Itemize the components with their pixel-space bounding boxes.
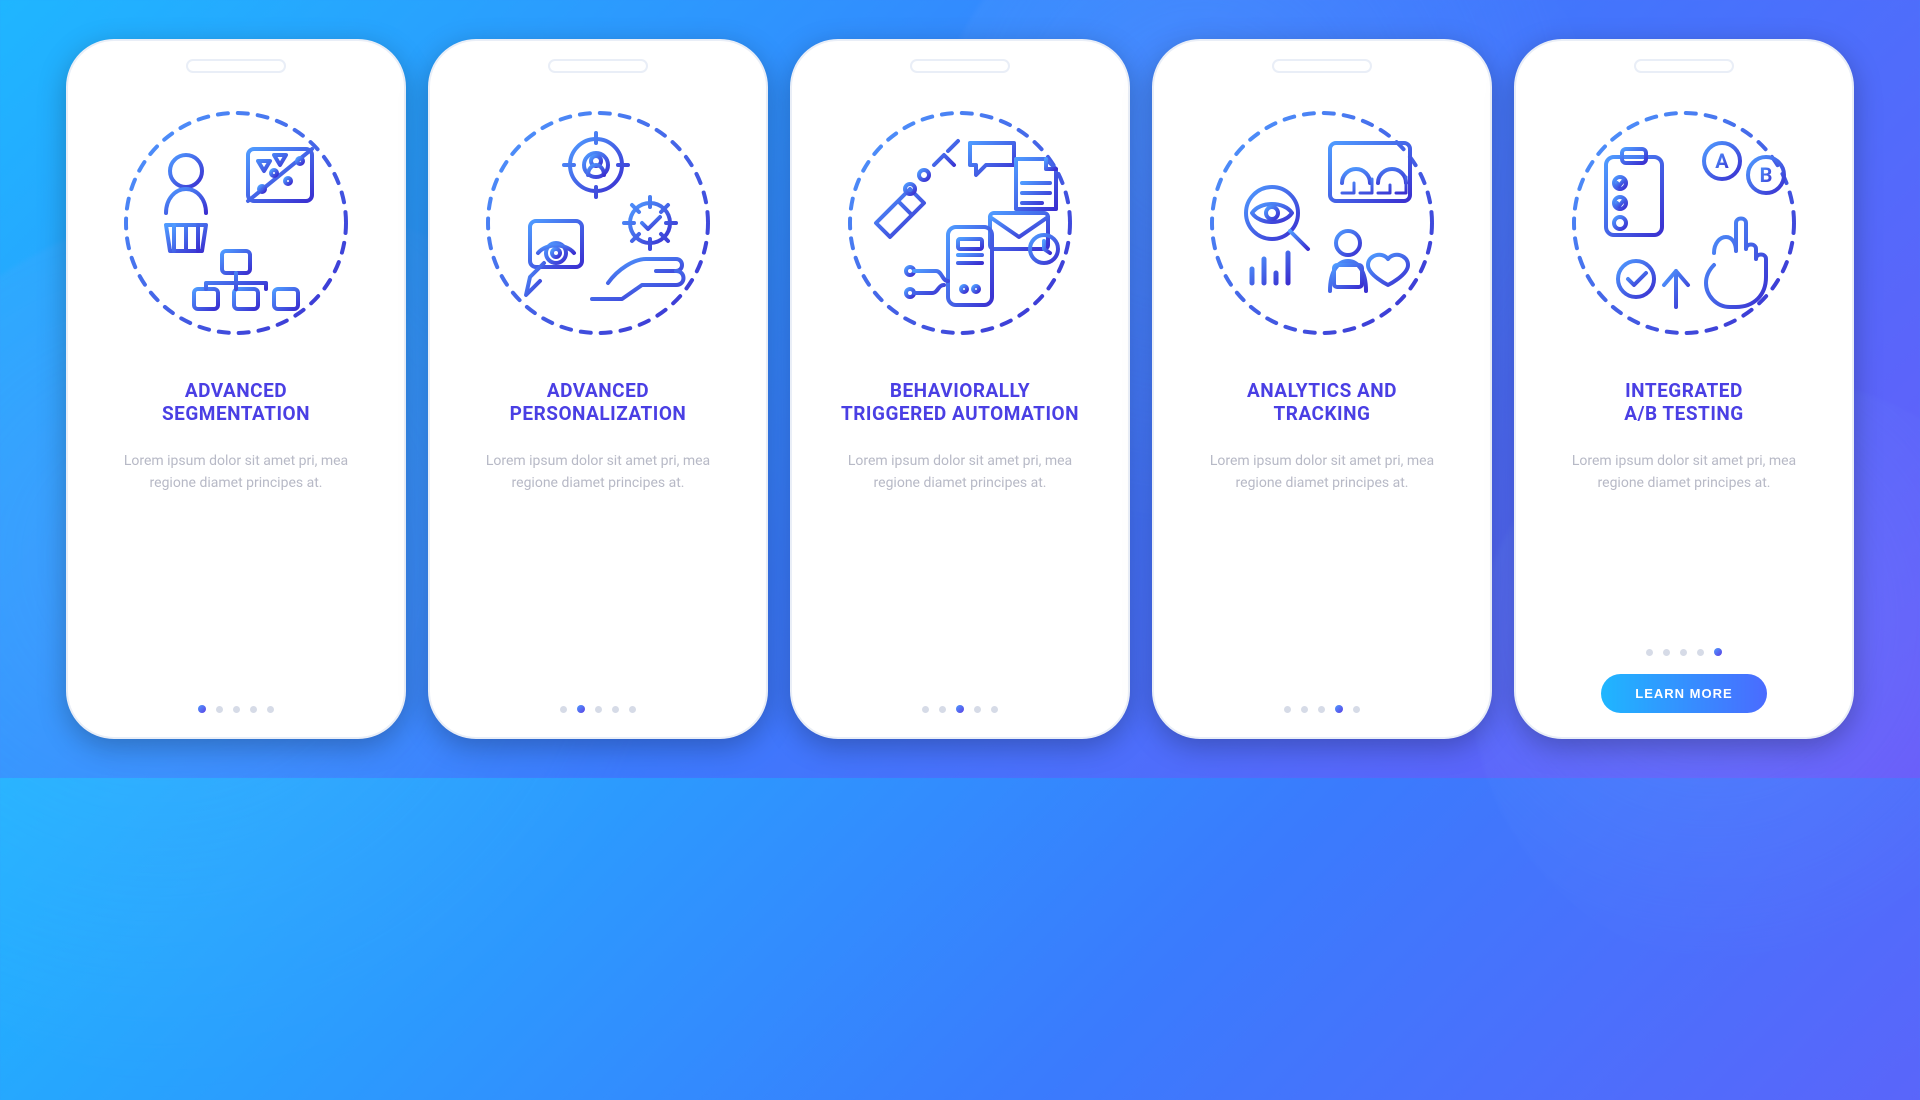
screen-description: Lorem ipsum dolor sit amet pri, mea regi… [116,451,356,517]
pagination-dot[interactable] [612,706,619,713]
screen-description: Lorem ipsum dolor sit amet pri, mea regi… [840,451,1080,517]
phone-notch [910,59,1010,73]
pagination-dots[interactable] [922,705,998,713]
pagination-dot[interactable] [1335,705,1343,713]
screen-footer [98,705,374,713]
analytics-icon [1202,103,1442,343]
pagination-dot[interactable] [991,706,998,713]
pagination-dots[interactable] [198,705,274,713]
screen-footer [460,705,736,713]
screen-title: INTEGRATED A/B TESTING [1624,379,1744,427]
screen-footer: LEARN MORE [1546,648,1822,713]
pagination-dot[interactable] [629,706,636,713]
learn-more-button[interactable]: LEARN MORE [1601,674,1766,713]
pagination-dot[interactable] [1284,706,1291,713]
pagination-dot[interactable] [1663,649,1670,656]
pagination-dot[interactable] [198,705,206,713]
screen-title: ANALYTICS AND TRACKING [1247,379,1397,427]
pagination-dot[interactable] [1318,706,1325,713]
pagination-dot[interactable] [974,706,981,713]
phone-screen-1: ADVANCED SEGMENTATION Lorem ipsum dolor … [66,39,406,739]
automation-icon [840,103,1080,343]
phone-notch [1272,59,1372,73]
phone-screen-4: ANALYTICS AND TRACKING Lorem ipsum dolor… [1152,39,1492,739]
pagination-dot[interactable] [1697,649,1704,656]
screen-description: Lorem ipsum dolor sit amet pri, mea regi… [478,451,718,517]
svg-text:B: B [1760,163,1773,187]
screen-title: ADVANCED PERSONALIZATION [510,379,687,427]
pagination-dot[interactable] [956,705,964,713]
pagination-dot[interactable] [1714,648,1722,656]
segmentation-icon [116,103,356,343]
pagination-dots[interactable] [560,705,636,713]
pagination-dot[interactable] [1680,649,1687,656]
phone-notch [1634,59,1734,73]
screen-title: ADVANCED SEGMENTATION [162,379,310,427]
pagination-dot[interactable] [595,706,602,713]
pagination-dots[interactable] [1646,648,1722,656]
screen-footer [1184,705,1460,713]
phone-carousel: ADVANCED SEGMENTATION Lorem ipsum dolor … [0,0,1920,778]
pagination-dot[interactable] [267,706,274,713]
screen-footer [822,705,1098,713]
pagination-dot[interactable] [216,706,223,713]
pagination-dot[interactable] [250,706,257,713]
phone-screen-3: BEHAVIORALLY TRIGGERED AUTOMATION Lorem … [790,39,1130,739]
screen-description: Lorem ipsum dolor sit amet pri, mea regi… [1564,451,1804,517]
screen-title: BEHAVIORALLY TRIGGERED AUTOMATION [841,379,1079,427]
pagination-dot[interactable] [577,705,585,713]
phone-screen-2: ADVANCED PERSONALIZATION Lorem ipsum dol… [428,39,768,739]
phone-notch [186,59,286,73]
pagination-dot[interactable] [939,706,946,713]
pagination-dot[interactable] [1301,706,1308,713]
pagination-dot[interactable] [233,706,240,713]
pagination-dot[interactable] [922,706,929,713]
abtesting-icon: A B [1564,103,1804,343]
pagination-dot[interactable] [560,706,567,713]
pagination-dots[interactable] [1284,705,1360,713]
pagination-dot[interactable] [1646,649,1653,656]
personalization-icon [478,103,718,343]
screen-description: Lorem ipsum dolor sit amet pri, mea regi… [1202,451,1442,517]
svg-text:A: A [1715,149,1729,173]
phone-screen-5: A B INTEGRATED A/B TESTING Lorem ipsum d… [1514,39,1854,739]
phone-notch [548,59,648,73]
pagination-dot[interactable] [1353,706,1360,713]
